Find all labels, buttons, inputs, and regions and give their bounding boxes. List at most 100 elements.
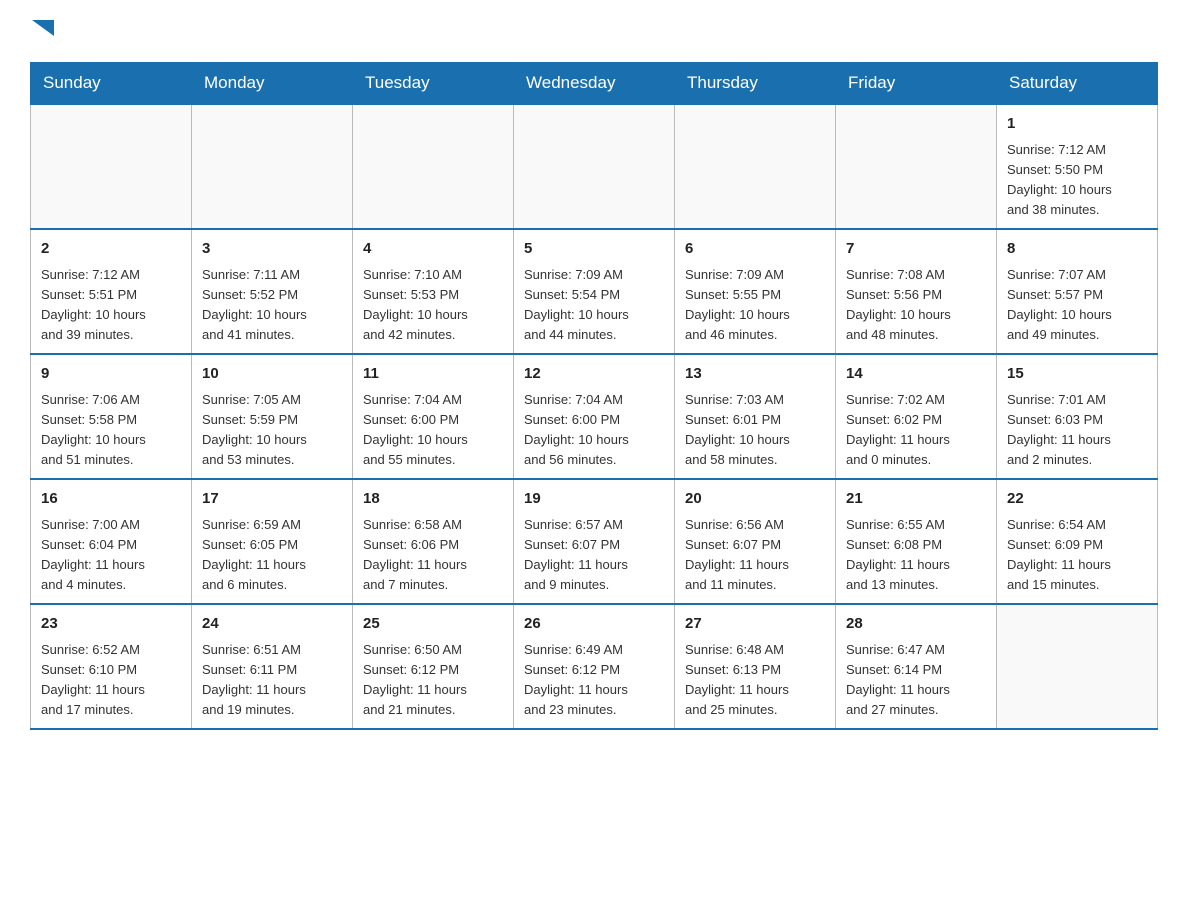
- day-info: Sunrise: 6:59 AMSunset: 6:05 PMDaylight:…: [202, 515, 342, 596]
- day-number: 26: [524, 613, 664, 636]
- day-info: Sunrise: 6:57 AMSunset: 6:07 PMDaylight:…: [524, 515, 664, 596]
- day-number: 19: [524, 488, 664, 511]
- day-info: Sunrise: 6:51 AMSunset: 6:11 PMDaylight:…: [202, 640, 342, 721]
- day-number: 1: [1007, 113, 1147, 136]
- calendar-cell: 25 Sunrise: 6:50 AMSunset: 6:12 PMDayligh…: [353, 604, 514, 729]
- calendar-cell: 27 Sunrise: 6:48 AMSunset: 6:13 PMDayligh…: [675, 604, 836, 729]
- day-info: Sunrise: 6:56 AMSunset: 6:07 PMDaylight:…: [685, 515, 825, 596]
- day-info: Sunrise: 7:05 AMSunset: 5:59 PMDaylight:…: [202, 390, 342, 471]
- calendar-cell: 18 Sunrise: 6:58 AMSunset: 6:06 PMDayligh…: [353, 479, 514, 604]
- day-number: 25: [363, 613, 503, 636]
- calendar-cell: 11 Sunrise: 7:04 AMSunset: 6:00 PMDayligh…: [353, 354, 514, 479]
- day-info: Sunrise: 7:08 AMSunset: 5:56 PMDaylight:…: [846, 265, 986, 346]
- calendar-cell: [192, 104, 353, 229]
- calendar-cell: 4 Sunrise: 7:10 AMSunset: 5:53 PMDaylight…: [353, 229, 514, 354]
- weekday-header-tuesday: Tuesday: [353, 63, 514, 105]
- day-number: 27: [685, 613, 825, 636]
- day-number: 24: [202, 613, 342, 636]
- day-number: 20: [685, 488, 825, 511]
- weekday-header-sunday: Sunday: [31, 63, 192, 105]
- calendar-week-row: 16 Sunrise: 7:00 AMSunset: 6:04 PMDayligh…: [31, 479, 1158, 604]
- day-info: Sunrise: 7:12 AMSunset: 5:50 PMDaylight:…: [1007, 140, 1147, 221]
- calendar-cell: 3 Sunrise: 7:11 AMSunset: 5:52 PMDaylight…: [192, 229, 353, 354]
- calendar-week-row: 23 Sunrise: 6:52 AMSunset: 6:10 PMDayligh…: [31, 604, 1158, 729]
- calendar-cell: 21 Sunrise: 6:55 AMSunset: 6:08 PMDayligh…: [836, 479, 997, 604]
- calendar-cell: 5 Sunrise: 7:09 AMSunset: 5:54 PMDaylight…: [514, 229, 675, 354]
- calendar-cell: 9Sunrise: 7:06 AMSunset: 5:58 PMDaylight…: [31, 354, 192, 479]
- day-info: Sunrise: 7:03 AMSunset: 6:01 PMDaylight:…: [685, 390, 825, 471]
- day-info: Sunrise: 7:09 AMSunset: 5:54 PMDaylight:…: [524, 265, 664, 346]
- day-info: Sunrise: 7:12 AMSunset: 5:51 PMDaylight:…: [41, 265, 181, 346]
- day-info: Sunrise: 6:52 AMSunset: 6:10 PMDaylight:…: [41, 640, 181, 721]
- day-info: Sunrise: 7:11 AMSunset: 5:52 PMDaylight:…: [202, 265, 342, 346]
- calendar-cell: 24 Sunrise: 6:51 AMSunset: 6:11 PMDayligh…: [192, 604, 353, 729]
- day-info: Sunrise: 7:10 AMSunset: 5:53 PMDaylight:…: [363, 265, 503, 346]
- calendar-cell: [514, 104, 675, 229]
- calendar-cell: 26 Sunrise: 6:49 AMSunset: 6:12 PMDayligh…: [514, 604, 675, 729]
- logo-area: [30, 20, 54, 42]
- calendar-week-row: 2 Sunrise: 7:12 AMSunset: 5:51 PMDaylight…: [31, 229, 1158, 354]
- day-info: Sunrise: 6:49 AMSunset: 6:12 PMDaylight:…: [524, 640, 664, 721]
- day-number: 5: [524, 238, 664, 261]
- calendar-cell: 6 Sunrise: 7:09 AMSunset: 5:55 PMDaylight…: [675, 229, 836, 354]
- day-number: 3: [202, 238, 342, 261]
- day-info: Sunrise: 7:00 AMSunset: 6:04 PMDaylight:…: [41, 515, 181, 596]
- day-info: Sunrise: 7:04 AMSunset: 6:00 PMDaylight:…: [524, 390, 664, 471]
- day-info: Sunrise: 6:55 AMSunset: 6:08 PMDaylight:…: [846, 515, 986, 596]
- calendar-cell: 2 Sunrise: 7:12 AMSunset: 5:51 PMDaylight…: [31, 229, 192, 354]
- calendar-table: SundayMondayTuesdayWednesdayThursdayFrid…: [30, 62, 1158, 730]
- calendar-cell: 17 Sunrise: 6:59 AMSunset: 6:05 PMDayligh…: [192, 479, 353, 604]
- day-number: 6: [685, 238, 825, 261]
- calendar-cell: [675, 104, 836, 229]
- weekday-header-friday: Friday: [836, 63, 997, 105]
- calendar-cell: [836, 104, 997, 229]
- day-number: 18: [363, 488, 503, 511]
- calendar-week-row: 9Sunrise: 7:06 AMSunset: 5:58 PMDaylight…: [31, 354, 1158, 479]
- day-info: Sunrise: 7:01 AMSunset: 6:03 PMDaylight:…: [1007, 390, 1147, 471]
- day-number: 12: [524, 363, 664, 386]
- day-number: 4: [363, 238, 503, 261]
- calendar-cell: [997, 604, 1158, 729]
- calendar-cell: 10 Sunrise: 7:05 AMSunset: 5:59 PMDayligh…: [192, 354, 353, 479]
- weekday-header-saturday: Saturday: [997, 63, 1158, 105]
- day-number: 16: [41, 488, 181, 511]
- weekday-header-thursday: Thursday: [675, 63, 836, 105]
- calendar-cell: 28Sunrise: 6:47 AMSunset: 6:14 PMDayligh…: [836, 604, 997, 729]
- day-number: 21: [846, 488, 986, 511]
- day-number: 23: [41, 613, 181, 636]
- day-info: Sunrise: 6:48 AMSunset: 6:13 PMDaylight:…: [685, 640, 825, 721]
- day-info: Sunrise: 6:47 AMSunset: 6:14 PMDaylight:…: [846, 640, 986, 721]
- calendar-cell: 1 Sunrise: 7:12 AMSunset: 5:50 PMDaylight…: [997, 104, 1158, 229]
- day-number: 17: [202, 488, 342, 511]
- page-header: [30, 20, 1158, 42]
- weekday-header-monday: Monday: [192, 63, 353, 105]
- day-number: 13: [685, 363, 825, 386]
- day-number: 14: [846, 363, 986, 386]
- day-info: Sunrise: 7:07 AMSunset: 5:57 PMDaylight:…: [1007, 265, 1147, 346]
- day-number: 8: [1007, 238, 1147, 261]
- day-number: 22: [1007, 488, 1147, 511]
- calendar-cell: 14Sunrise: 7:02 AMSunset: 6:02 PMDayligh…: [836, 354, 997, 479]
- day-number: 11: [363, 363, 503, 386]
- calendar-week-row: 1 Sunrise: 7:12 AMSunset: 5:50 PMDaylight…: [31, 104, 1158, 229]
- calendar-cell: [31, 104, 192, 229]
- day-info: Sunrise: 6:58 AMSunset: 6:06 PMDaylight:…: [363, 515, 503, 596]
- calendar-cell: 12 Sunrise: 7:04 AMSunset: 6:00 PMDayligh…: [514, 354, 675, 479]
- day-info: Sunrise: 7:06 AMSunset: 5:58 PMDaylight:…: [41, 390, 181, 471]
- day-number: 15: [1007, 363, 1147, 386]
- calendar-cell: 8 Sunrise: 7:07 AMSunset: 5:57 PMDaylight…: [997, 229, 1158, 354]
- day-info: Sunrise: 6:54 AMSunset: 6:09 PMDaylight:…: [1007, 515, 1147, 596]
- calendar-cell: 20 Sunrise: 6:56 AMSunset: 6:07 PMDayligh…: [675, 479, 836, 604]
- day-info: Sunrise: 6:50 AMSunset: 6:12 PMDaylight:…: [363, 640, 503, 721]
- calendar-cell: [353, 104, 514, 229]
- calendar-cell: 19 Sunrise: 6:57 AMSunset: 6:07 PMDayligh…: [514, 479, 675, 604]
- logo-arrow-icon: [32, 20, 54, 42]
- calendar-cell: 7 Sunrise: 7:08 AMSunset: 5:56 PMDaylight…: [836, 229, 997, 354]
- day-number: 2: [41, 238, 181, 261]
- day-number: 7: [846, 238, 986, 261]
- day-info: Sunrise: 7:09 AMSunset: 5:55 PMDaylight:…: [685, 265, 825, 346]
- day-info: Sunrise: 7:04 AMSunset: 6:00 PMDaylight:…: [363, 390, 503, 471]
- day-number: 10: [202, 363, 342, 386]
- calendar-cell: 15 Sunrise: 7:01 AMSunset: 6:03 PMDayligh…: [997, 354, 1158, 479]
- calendar-cell: 22 Sunrise: 6:54 AMSunset: 6:09 PMDayligh…: [997, 479, 1158, 604]
